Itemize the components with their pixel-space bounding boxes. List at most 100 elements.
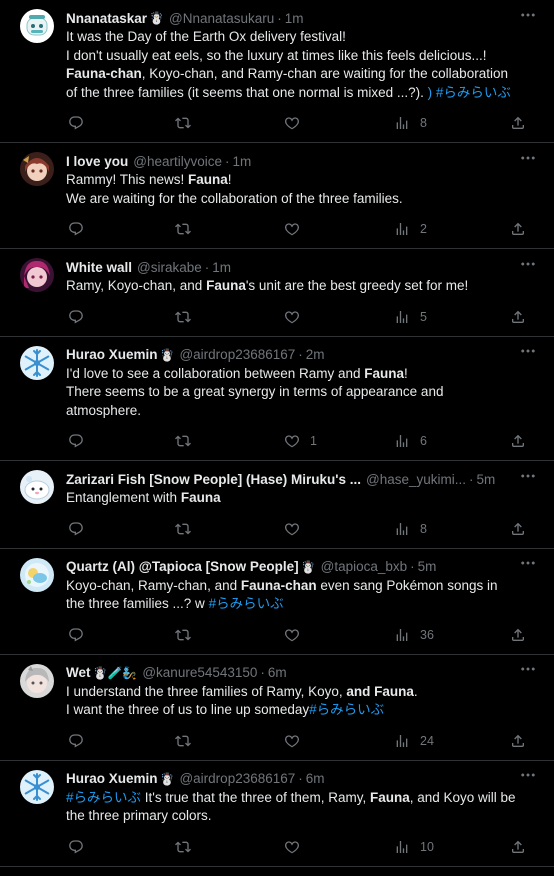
reply-button[interactable] xyxy=(68,520,84,538)
tweet[interactable]: Hurao Xuemin ☃️ @airdrop23686167 · 6m #らみらいぶ … xyxy=(0,761,554,867)
retweet-button[interactable] xyxy=(175,114,191,132)
views-button[interactable]: 2 xyxy=(394,220,427,238)
views-button[interactable]: 8 xyxy=(394,114,427,132)
share-button[interactable] xyxy=(510,308,526,326)
hashtag-link[interactable]: #らみらいぶ xyxy=(209,596,284,611)
timestamp[interactable]: 5m xyxy=(477,472,496,487)
tweet[interactable]: White wall @sirakabe · 1m Ramy, Koyo-chan, a… xyxy=(0,249,554,337)
reply-button[interactable] xyxy=(68,432,84,450)
author-handle[interactable]: @heartilyvoice xyxy=(133,154,222,169)
reply-button[interactable] xyxy=(68,220,84,238)
hashtag-link[interactable]: #らみらいぶ xyxy=(66,790,141,805)
avatar[interactable] xyxy=(20,258,54,292)
more-button[interactable] xyxy=(518,469,538,485)
reply-button[interactable] xyxy=(68,114,84,132)
retweet-button[interactable] xyxy=(175,520,191,538)
retweet-button[interactable] xyxy=(175,732,191,750)
author-name[interactable]: I love you xyxy=(66,154,128,169)
more-button[interactable] xyxy=(518,257,538,273)
timestamp[interactable]: 5m xyxy=(418,559,437,574)
retweet-button[interactable] xyxy=(175,220,191,238)
like-button[interactable] xyxy=(284,520,300,538)
views-button[interactable]: 5 xyxy=(394,308,427,326)
share-button[interactable] xyxy=(510,732,526,750)
views-button[interactable]: 6 xyxy=(394,432,427,450)
author-name[interactable]: Nnanataskar xyxy=(66,11,147,26)
author-name[interactable]: Wet xyxy=(66,665,91,680)
reply-button[interactable] xyxy=(68,626,84,644)
text-segment: Rammy! This news! xyxy=(66,172,189,187)
separator-dot: · xyxy=(298,771,303,786)
timestamp[interactable]: 6m xyxy=(306,771,325,786)
like-button[interactable] xyxy=(284,308,300,326)
tweet[interactable]: I love you @heartilyvoice · 1m Rammy! This n… xyxy=(0,143,554,249)
like-button[interactable] xyxy=(284,732,300,750)
views-button[interactable]: 10 xyxy=(394,838,434,856)
timestamp[interactable]: 1m xyxy=(233,154,252,169)
avatar[interactable] xyxy=(20,345,54,380)
share-button[interactable] xyxy=(510,626,526,644)
like-button[interactable] xyxy=(284,838,300,856)
share-button[interactable] xyxy=(510,432,526,450)
avatar[interactable] xyxy=(20,663,54,698)
retweet-button[interactable] xyxy=(175,308,191,326)
like-button[interactable] xyxy=(284,114,300,132)
share-button[interactable] xyxy=(510,220,526,238)
avatar[interactable] xyxy=(20,9,54,43)
share-button[interactable] xyxy=(510,838,526,856)
retweet-button[interactable] xyxy=(175,626,191,644)
tweet[interactable]: Hurao Xuemin ☃️ @airdrop23686167 · 2m I'd lov… xyxy=(0,337,554,461)
like-button[interactable]: 1 xyxy=(284,432,317,450)
like-button[interactable] xyxy=(284,626,300,644)
more-icon xyxy=(519,766,537,787)
author-handle[interactable]: @kanure54543150 xyxy=(142,665,257,680)
avatar[interactable] xyxy=(20,470,54,504)
author-handle[interactable]: @hase_yukimi... xyxy=(366,472,466,487)
avatar[interactable] xyxy=(20,152,54,186)
timestamp[interactable]: 6m xyxy=(268,665,287,680)
more-button[interactable] xyxy=(518,345,538,361)
author-name[interactable]: Quartz (Al) @Tapioca [Snow People] xyxy=(66,559,299,574)
timestamp[interactable]: 2m xyxy=(306,347,325,362)
retweet-button[interactable] xyxy=(175,838,191,856)
author-handle[interactable]: @sirakabe xyxy=(137,260,202,275)
tweet[interactable]: Wet ☃️🧪🧞 @kanure54543150 · 6m I understand th… xyxy=(0,655,554,761)
retweet-icon xyxy=(175,221,191,237)
tweet[interactable]: Zarizari Fish [Snow People] (Hase) Miruk… xyxy=(0,461,554,549)
share-button[interactable] xyxy=(510,520,526,538)
views-button[interactable]: 24 xyxy=(394,732,434,750)
author-handle[interactable]: @Nnanatasukaru xyxy=(169,11,274,26)
author-name[interactable]: White wall xyxy=(66,260,132,275)
avatar[interactable] xyxy=(20,557,54,592)
tweet[interactable]: Nnanataskar ☃️ @Nnanatasukaru · 1m It was the… xyxy=(0,0,554,143)
author-name[interactable]: Hurao Xuemin xyxy=(66,771,158,786)
avatar[interactable] xyxy=(20,769,54,804)
author-handle[interactable]: @airdrop23686167 xyxy=(179,347,295,362)
author-emoji: ☃️ xyxy=(159,771,175,786)
hashtag-link[interactable]: #らみらいぶ xyxy=(309,702,384,717)
retweet-icon xyxy=(175,433,191,449)
more-button[interactable] xyxy=(518,151,538,167)
author-name[interactable]: Zarizari Fish [Snow People] (Hase) Miruk… xyxy=(66,472,361,487)
timestamp[interactable]: 1m xyxy=(285,11,304,26)
author-name[interactable]: Hurao Xuemin xyxy=(66,347,158,362)
more-button[interactable] xyxy=(518,8,538,24)
hashtag-link[interactable]: ) #らみらいぶ xyxy=(428,85,511,100)
retweet-button[interactable] xyxy=(175,432,191,450)
author-handle[interactable]: @tapioca_bxb xyxy=(321,559,408,574)
tweet[interactable]: Quartz (Al) @Tapioca [Snow People] ☃️ @tap… xyxy=(0,549,554,655)
reply-button[interactable] xyxy=(68,732,84,750)
more-button[interactable] xyxy=(518,557,538,573)
reply-button[interactable] xyxy=(68,308,84,326)
reply-button[interactable] xyxy=(68,838,84,856)
like-button[interactable] xyxy=(284,220,300,238)
more-button[interactable] xyxy=(518,663,538,679)
heart-icon xyxy=(284,839,300,855)
more-button[interactable] xyxy=(518,769,538,785)
views-button[interactable]: 36 xyxy=(394,626,434,644)
timestamp[interactable]: 1m xyxy=(212,260,231,275)
author-handle[interactable]: @airdrop23686167 xyxy=(179,771,295,786)
share-button[interactable] xyxy=(510,114,526,132)
views-button[interactable]: 8 xyxy=(394,520,427,538)
share-icon xyxy=(510,733,526,749)
